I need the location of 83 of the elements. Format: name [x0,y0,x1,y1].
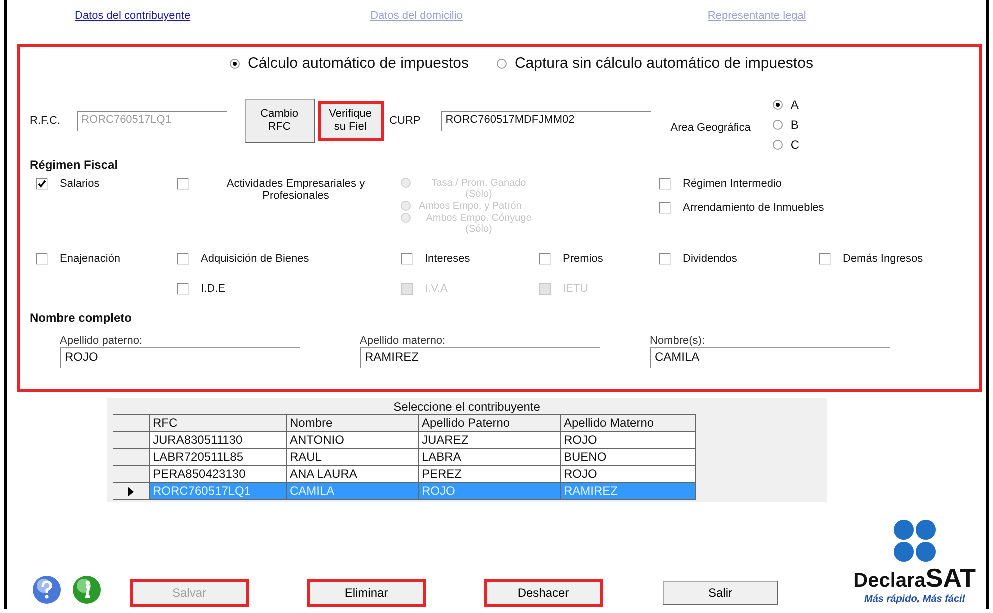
area-label: Area Geográfica [670,122,751,134]
table-row[interactable]: PERA850423130 ANA LAURA PEREZ ROJO [113,466,696,482]
table-cell: LABRA [418,448,560,466]
radio-button[interactable] [496,58,507,68]
checkbox[interactable] [539,253,551,265]
help-icon[interactable] [32,575,62,605]
radio-label: Captura sin cálculo automático de impuestos [514,55,814,72]
radio-label: C [790,138,800,152]
checkbox-label: Actividades Empresariales y Profesionales [226,178,366,202]
table-cell: PERA850423130 [150,466,286,482]
row-header [113,414,150,432]
curp-label: CURP [390,115,421,127]
row-header [113,448,150,466]
table-cell: CAMILA [286,482,418,500]
row-header [113,432,150,448]
checkbox-label: I.V.A [425,283,448,295]
radio-label: Tasa / Prom. Ganado (Sólo) [430,178,528,200]
action-button[interactable]: Eliminar [309,581,424,605]
table-cell: ROJO [560,432,696,448]
checkbox-label: Arrendamiento de Inmuebles [683,202,824,214]
row-header [113,466,150,482]
checkbox[interactable] [659,178,671,190]
logo-text: DeclaraSAT [854,563,976,594]
table-cell: RAMIREZ [560,482,696,500]
tab-link[interactable]: Datos del contribuyente [75,10,191,22]
column-header: Apellido Paterno [418,414,560,432]
row-pointer-icon [127,486,135,497]
radio-button[interactable] [772,140,783,150]
checkbox-label: Dividendos [683,253,738,265]
radio-button[interactable] [230,58,240,68]
checkbox[interactable] [177,178,189,190]
checkbox[interactable] [659,253,671,265]
checkbox[interactable] [36,178,48,190]
table-cell: BUENO [560,448,696,466]
table-cell: JUAREZ [418,432,560,448]
logo-tagline: Más rápido, Más fácil [864,594,966,605]
table-row[interactable]: LABR720511L85 RAUL LABRA BUENO [113,448,696,466]
rfc-label: R.F.C. [30,115,61,127]
column-header: Nombre [286,414,418,432]
checkbox-label: Salarios [60,178,100,190]
table-cell: LABR720511L85 [150,448,286,466]
table-caption: Seleccione el contribuyente [392,400,542,414]
checkbox-label: IETU [563,283,588,295]
table-row[interactable]: JURA830511130 ANTONIO JUAREZ ROJO [113,432,696,448]
radio-label: Ambos Empo. Cónyuge (Sólo) [425,213,533,235]
column-header: Apellido Materno [560,414,696,432]
table-cell: JURA830511130 [150,432,286,448]
table-cell: ROJO [418,482,560,500]
checkbox-label: Enajenación [60,253,121,265]
checkbox[interactable] [36,253,48,265]
checkbox[interactable] [401,253,413,265]
curp-field[interactable]: RORC760517MDFJMM02 [440,111,651,131]
action-button[interactable]: Salir [663,581,778,605]
table-cell: RAUL [286,448,418,466]
table-cell: ANA LAURA [286,466,418,482]
section-title: Nombre completo [30,311,132,325]
column-header: RFC [150,414,286,432]
checkbox-label: Intereses [425,253,470,265]
table-cell: PEREZ [418,466,560,482]
checkbox-label: Demás Ingresos [843,253,924,265]
radio-label: B [790,118,799,132]
radio-label: A [790,98,799,112]
id-button[interactable]: Verifique su Fiel [320,103,382,139]
checkbox-label: Premios [563,253,604,265]
checkbox-label: Régimen Intermedio [683,178,782,190]
radio-label: Ambos Empo. y Patrón [419,201,522,212]
checkbox[interactable] [177,253,189,265]
checkbox[interactable] [177,283,189,295]
checkbox[interactable] [659,202,671,214]
info-icon[interactable] [72,575,102,605]
table-cell: ROJO [560,466,696,482]
dots-icon [892,519,937,563]
checkbox-label: Adquisición de Bienes [201,253,310,265]
checkbox-label: I.D.E [201,283,226,295]
action-button[interactable]: Deshacer [486,581,601,605]
radio-button[interactable] [772,100,783,110]
radio-label: Cálculo automático de impuestos [248,55,469,72]
table-cell: ANTONIO [286,432,418,448]
section-title: Régimen Fiscal [30,158,118,172]
checkbox[interactable] [819,253,831,265]
radio-button[interactable] [772,120,783,130]
table-cell: RORC760517LQ1 [150,482,286,500]
id-button[interactable]: Cambio RFC [244,99,315,143]
